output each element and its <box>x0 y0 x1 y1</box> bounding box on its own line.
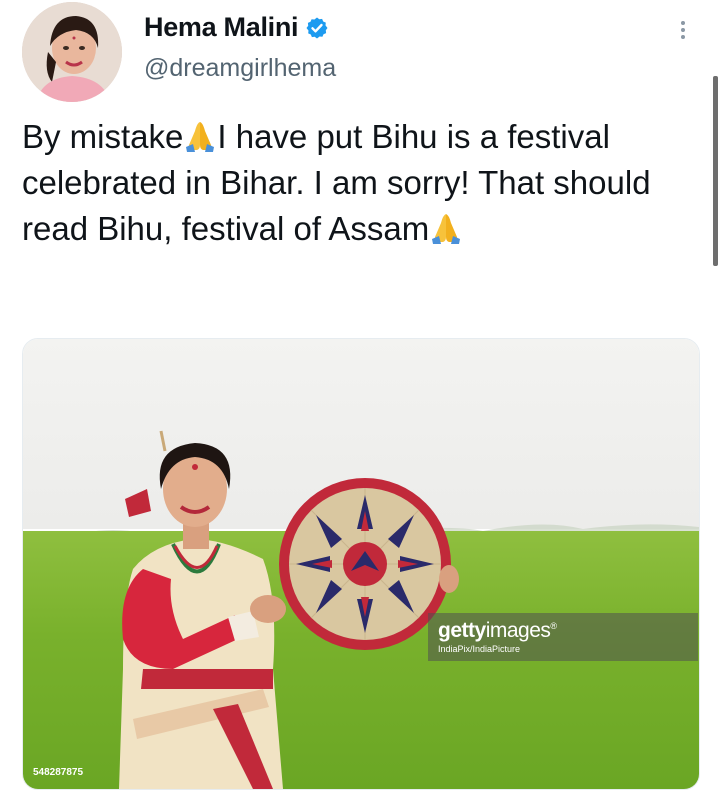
folded-hands-emoji <box>432 214 461 244</box>
getty-watermark: gettyimages® IndiaPix/IndiaPicture <box>428 613 698 661</box>
author-name-row[interactable]: Hema Malini <box>144 12 329 43</box>
getty-credit: IndiaPix/IndiaPicture <box>438 644 521 654</box>
image-bihu-dancer <box>119 430 459 789</box>
image-id: 548287875 <box>33 767 84 778</box>
avatar-photo <box>22 2 122 102</box>
avatar[interactable] <box>22 2 122 102</box>
tweet-text-part1: By mistake <box>22 118 184 155</box>
folded-hands-emoji <box>186 122 215 152</box>
getty-logo: gettyimages® <box>438 619 557 642</box>
verified-badge-icon <box>306 17 328 38</box>
more-options-icon[interactable] <box>676 18 690 44</box>
author-handle[interactable]: @dreamgirlhema <box>144 54 336 83</box>
tweet-text: By mistake I have put Bihu is a festival … <box>22 114 697 252</box>
tweet-media-image[interactable]: gettyimages® IndiaPix/IndiaPicture 54828… <box>22 338 700 790</box>
scrollbar[interactable] <box>713 76 718 266</box>
author-name[interactable]: Hema Malini <box>144 12 299 43</box>
